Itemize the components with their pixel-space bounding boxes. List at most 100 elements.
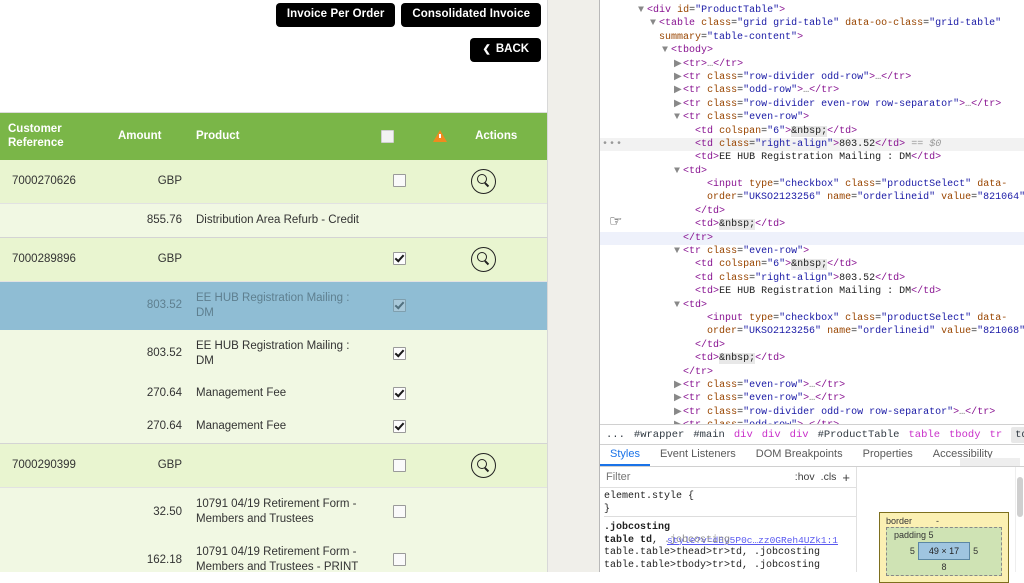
cell-actions[interactable] [467, 160, 547, 204]
dom-tree[interactable]: ☞ ▼ <div id="ProductTable"> ▼ <table class… [600, 0, 1024, 424]
styles-scrollbar[interactable] [1015, 467, 1024, 572]
tab-properties[interactable]: Properties [853, 445, 923, 466]
cell-actions[interactable] [467, 280, 548, 330]
search-icon[interactable] [471, 246, 497, 272]
breadcrumb-item[interactable]: td.right-align [1011, 426, 1024, 443]
table-row[interactable]: 7000270626 GBP [0, 159, 548, 204]
dom-tree-line[interactable]: </td> [600, 205, 1024, 218]
dom-tree-line[interactable]: ▼ <td> [600, 165, 1024, 178]
dom-tree-line[interactable]: order="UKSO2123256" name="orderlineid" v… [600, 325, 1024, 338]
header-customer-reference[interactable]: Customer Reference [0, 113, 110, 160]
table-row[interactable]: 7000290399 GBP [0, 443, 548, 488]
select-all-checkbox[interactable] [381, 129, 395, 143]
row-select-checkbox[interactable] [392, 458, 406, 472]
dom-tree-line[interactable]: ▶<tr>…</tr> [600, 58, 1024, 71]
breadcrumb-item[interactable]: table [908, 429, 940, 441]
css-rule-line[interactable]: element.style { [604, 491, 856, 504]
breadcrumb-item[interactable]: div [790, 429, 809, 441]
cell-actions[interactable] [467, 330, 547, 378]
dom-tree-line[interactable]: <td>&nbsp;</td> [600, 352, 1024, 365]
styles-filter-input[interactable] [604, 470, 789, 484]
cell-actions[interactable] [467, 377, 547, 410]
dom-tree-line[interactable]: <td colspan="6">&nbsp;</td> [600, 258, 1024, 271]
dom-tree-line[interactable]: ▼ <tr class="even-row"> [600, 111, 1024, 124]
table-row[interactable]: 7000289896 GBP [0, 236, 548, 282]
cell-select[interactable] [373, 487, 426, 537]
breadcrumb-item[interactable]: #wrapper [634, 429, 684, 441]
dom-tree-line[interactable]: <input type="checkbox" class="productSel… [600, 178, 1024, 191]
dom-tree-line[interactable]: ▼ <td> [600, 299, 1024, 312]
dom-tree-line[interactable]: summary="table-content"> [600, 31, 1024, 44]
css-rule-line[interactable]: .jobcosting style?v=dEy5P0c…zz0GReh4UZk1:… [604, 522, 856, 546]
dom-tree-line[interactable]: ▶<tr class="row-divider even-row row-sep… [600, 98, 1024, 111]
cell-select[interactable] [373, 443, 426, 488]
cell-actions[interactable] [467, 443, 548, 488]
header-product[interactable]: Product [188, 113, 374, 160]
breadcrumb-item[interactable]: div [762, 429, 781, 441]
dom-tree-line[interactable]: ▼ <tr class="even-row"> [600, 245, 1024, 258]
dom-tree-line[interactable]: ▼ <tbody> [600, 44, 1024, 57]
breadcrumb-item[interactable]: ... [606, 429, 625, 441]
row-select-checkbox[interactable] [392, 298, 406, 312]
hov-toggle[interactable]: :hov [795, 471, 815, 483]
panel-divider[interactable] [548, 0, 600, 572]
breadcrumb-item[interactable]: div [734, 429, 753, 441]
dom-tree-line[interactable]: <td class="right-align">803.52</td> == $… [600, 137, 1024, 152]
table-row[interactable]: 32.50 10791 04/19 Retirement Form - Membe… [0, 487, 548, 537]
dom-tree-line[interactable]: ▶<tr class="row-divider odd-row">…</tr> [600, 71, 1024, 84]
table-row[interactable]: 803.52 EE HUB Registration Mailing : DM [0, 329, 548, 378]
cell-select[interactable] [373, 410, 425, 443]
dom-tree-line[interactable]: </td> [600, 339, 1024, 352]
cell-actions[interactable] [467, 487, 548, 537]
dom-tree-line[interactable]: <td class="right-align">803.52</td> [600, 272, 1024, 285]
dom-tree-line[interactable]: ▼ <div id="ProductTable"> [600, 4, 1024, 17]
row-select-checkbox[interactable] [392, 386, 406, 400]
breadcrumb[interactable]: ... #wrapper #main div div div #ProductTable ta… [600, 424, 1024, 445]
breadcrumb-item[interactable]: tr [990, 429, 1003, 441]
styles-scrollbar-thumb[interactable] [1017, 477, 1023, 517]
dom-tree-line[interactable]: ▶<tr class="even-row">…</tr> [600, 392, 1024, 405]
dom-tree-line[interactable]: order="UKSO2123256" name="orderlineid" v… [600, 191, 1024, 204]
dom-tree-line[interactable]: ▶<tr class="odd-row">…</tr> [600, 84, 1024, 97]
row-select-checkbox[interactable] [392, 419, 406, 433]
cell-actions[interactable] [467, 410, 547, 443]
consolidated-invoice-button[interactable]: Consolidated Invoice [401, 3, 542, 27]
tab-dom-breakpoints[interactable]: DOM Breakpoints [746, 445, 853, 466]
cell-actions[interactable] [467, 236, 548, 282]
css-rule-line[interactable]: table.table>thead>tr>td, .jobcosting [604, 547, 856, 560]
breadcrumb-item[interactable]: #ProductTable [818, 429, 900, 441]
cell-select[interactable] [373, 160, 425, 204]
table-row[interactable]: 162.18 10791 04/19 Retirement Form - Memb… [0, 536, 548, 572]
css-rules-list[interactable]: element.style {} .jobcosting style?v=dEy5… [600, 488, 856, 572]
dom-ellipsis-badge[interactable]: ••• [602, 138, 623, 151]
cell-select[interactable] [373, 536, 425, 572]
css-rule-line[interactable]: table.table>tbody>tr>td, .jobcosting [604, 560, 856, 572]
cell-select[interactable] [373, 202, 426, 238]
tab-styles[interactable]: Styles [600, 445, 650, 466]
invoice-per-order-button[interactable]: Invoice Per Order [275, 3, 396, 27]
row-select-checkbox[interactable] [392, 505, 406, 519]
breadcrumb-item[interactable]: #main [693, 429, 725, 441]
dom-tree-line[interactable]: <td>EE HUB Registration Mailing : DM</td… [600, 285, 1024, 298]
row-select-checkbox[interactable] [392, 553, 406, 567]
table-row[interactable]: 855.76 Distribution Area Refurb - Credit [0, 202, 548, 238]
row-select-checkbox[interactable] [392, 174, 406, 188]
row-select-checkbox[interactable] [392, 252, 406, 266]
dom-tree-line[interactable]: <td>&nbsp;</td> [600, 218, 1024, 231]
cell-select[interactable] [373, 330, 425, 378]
dom-tree-line[interactable]: ▶<tr class="row-divider odd-row row-sepa… [600, 406, 1024, 419]
breadcrumb-item[interactable]: tbody [949, 429, 981, 441]
dom-tree-line[interactable]: <td colspan="6">&nbsp;</td> [600, 125, 1024, 138]
back-button[interactable]: ❮ BACK [470, 38, 542, 62]
table-row[interactable]: 270.64 Management Fee [0, 377, 548, 411]
dom-tree-line[interactable]: <input type="checkbox" class="productSel… [600, 312, 1024, 325]
dom-tree-line[interactable]: ▶<tr class="even-row">…</tr> [600, 379, 1024, 392]
search-icon[interactable] [471, 168, 497, 194]
cell-select[interactable] [373, 236, 426, 282]
dom-tree-line[interactable]: ▼ <table class="grid grid-table" data-oo-… [600, 17, 1024, 30]
tab-event-listeners[interactable]: Event Listeners [650, 445, 746, 466]
cell-actions[interactable] [467, 202, 548, 238]
dom-tree-line[interactable]: </tr> [600, 231, 1024, 246]
cell-select[interactable] [373, 280, 426, 330]
cell-select[interactable] [373, 377, 425, 410]
